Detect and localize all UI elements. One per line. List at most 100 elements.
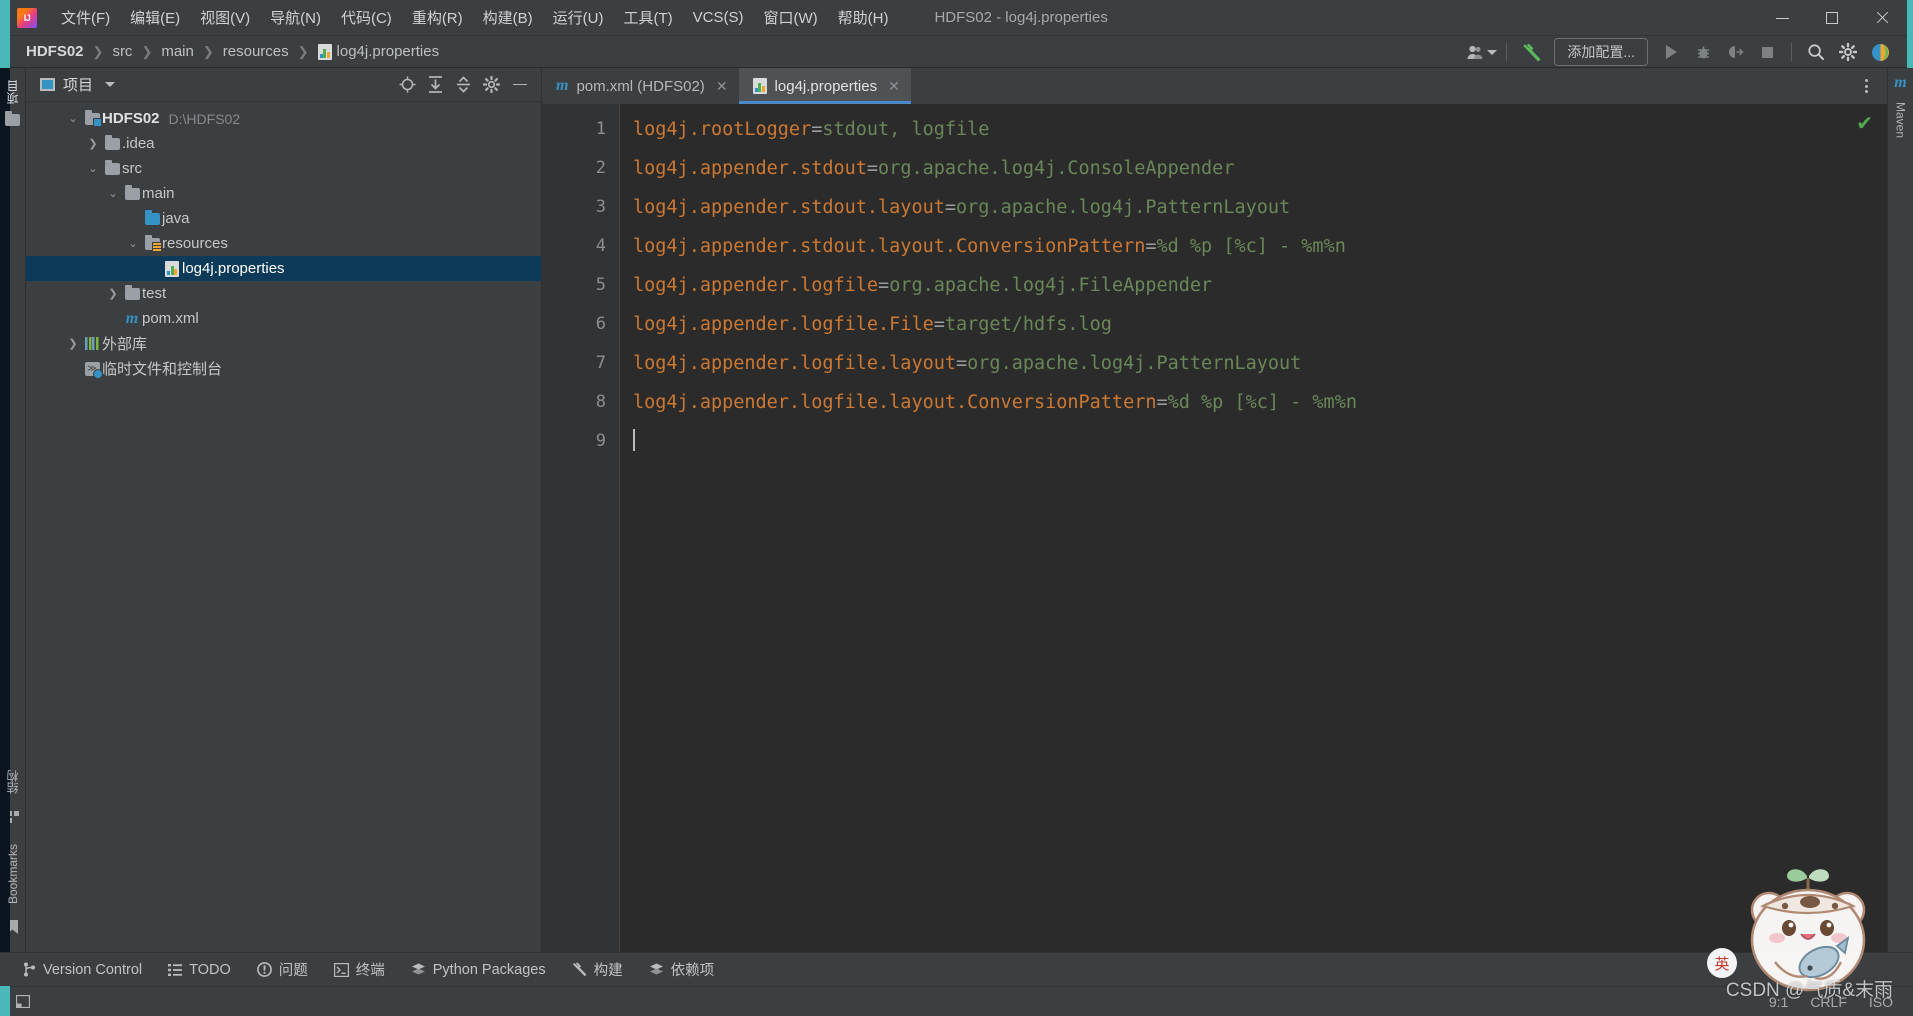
project-tree[interactable]: ⌄ HDFS02 D:\HDFS02 ❯ .idea ⌄ src ⌄ main … xyxy=(26,102,541,952)
line-separator[interactable]: CRLF xyxy=(1810,994,1847,1010)
close-button[interactable] xyxy=(1857,0,1907,36)
project-pane-title[interactable]: 项目 xyxy=(40,74,116,95)
breadcrumb-item-resources[interactable]: resources xyxy=(219,41,293,62)
tree-node-test[interactable]: ❯ test xyxy=(26,281,541,306)
code-line[interactable] xyxy=(633,422,1887,461)
tree-node-pom-xml[interactable]: ❯ m pom.xml xyxy=(26,306,541,331)
hammer-icon xyxy=(572,962,586,976)
bottom-item-terminal[interactable]: 终端 xyxy=(321,956,398,983)
bottom-item-dependencies[interactable]: 依赖项 xyxy=(636,956,728,983)
packages-icon xyxy=(649,963,663,974)
menu-code[interactable]: 代码(C) xyxy=(331,4,402,31)
tree-node-src[interactable]: ⌄ src xyxy=(26,156,541,181)
chevron-collapsed-icon[interactable]: ❯ xyxy=(64,337,82,350)
left-strip-item-bookmarks[interactable]: Bookmarks xyxy=(4,838,22,910)
code-line[interactable]: log4j.appender.logfile.layout.Conversion… xyxy=(633,383,1887,422)
bottom-item-build[interactable]: 构建 xyxy=(559,956,636,983)
account-button[interactable] xyxy=(1467,39,1498,65)
code-line[interactable]: log4j.appender.logfile.File=target/hdfs.… xyxy=(633,305,1887,344)
breadcrumb-item-main[interactable]: main xyxy=(157,41,198,62)
menu-window[interactable]: 窗口(W) xyxy=(753,4,827,31)
tree-node-log4j-properties[interactable]: ❯ log4j.properties xyxy=(26,256,541,281)
property-key: log4j.appender.logfile.File xyxy=(633,314,934,335)
code-line[interactable]: log4j.appender.logfile=org.apache.log4j.… xyxy=(633,266,1887,305)
stop-button[interactable] xyxy=(1752,39,1782,65)
close-tab-icon[interactable]: ✕ xyxy=(716,78,728,95)
line-number: 6 xyxy=(595,314,606,334)
code-content[interactable]: log4j.rootLogger=stdout, logfile log4j.a… xyxy=(620,104,1887,952)
updates-button[interactable] xyxy=(1865,39,1895,65)
maximize-button[interactable] xyxy=(1807,0,1857,36)
chevron-collapsed-icon[interactable]: ❯ xyxy=(104,287,122,300)
menu-navigate[interactable]: 导航(N) xyxy=(260,4,331,31)
breadcrumb-item-file[interactable]: log4j.properties xyxy=(314,41,444,62)
bottom-item-problems[interactable]: 问题 xyxy=(244,956,321,983)
menu-edit[interactable]: 编辑(E) xyxy=(120,4,190,31)
inspection-status-icon[interactable]: ✔ xyxy=(1856,114,1873,134)
select-opened-file-button[interactable] xyxy=(394,72,421,98)
chevron-expanded-icon[interactable]: ⌄ xyxy=(104,187,122,200)
right-strip-item-maven[interactable]: Maven xyxy=(1892,96,1910,144)
breadcrumb-item-src[interactable]: src xyxy=(108,41,136,62)
menu-tools[interactable]: 工具(T) xyxy=(613,4,682,31)
run-with-coverage-button[interactable] xyxy=(1720,39,1750,65)
menu-vcs[interactable]: VCS(S) xyxy=(683,6,754,29)
menu-run[interactable]: 运行(U) xyxy=(543,4,614,31)
file-encoding[interactable]: ISO xyxy=(1869,994,1893,1010)
more-options-icon[interactable] xyxy=(1855,74,1877,98)
folder-icon[interactable] xyxy=(5,111,20,128)
code-editor[interactable]: 1 2 3 4 5 6 7 8 9 log4j.rootLogger=stdou… xyxy=(542,104,1887,952)
code-line[interactable]: log4j.appender.stdout.layout.ConversionP… xyxy=(633,227,1887,266)
menu-file[interactable]: 文件(F) xyxy=(51,4,120,31)
editor-area: m pom.xml (HDFS02) ✕ log4j.properties ✕ … xyxy=(542,68,1887,952)
settings-button[interactable] xyxy=(1833,39,1863,65)
tree-node-hdfs02[interactable]: ⌄ HDFS02 D:\HDFS02 xyxy=(26,106,541,131)
tree-node-resources[interactable]: ⌄ resources xyxy=(26,231,541,256)
tree-node-main[interactable]: ⌄ main xyxy=(26,181,541,206)
bottom-item-label: 构建 xyxy=(593,963,623,979)
left-strip-item-structure[interactable]: 结构 xyxy=(2,764,23,800)
property-equals: = xyxy=(956,353,968,374)
chevron-expanded-icon[interactable]: ⌄ xyxy=(84,162,102,175)
tree-node-label: main xyxy=(142,185,175,202)
bottom-item-version-control[interactable]: Version Control xyxy=(10,959,155,981)
caret-position[interactable]: 9:1 xyxy=(1769,994,1788,1010)
menu-view[interactable]: 视图(V) xyxy=(190,4,260,31)
hide-pane-button[interactable] xyxy=(506,72,533,98)
menu-refactor[interactable]: 重构(R) xyxy=(402,4,473,31)
tree-node-java[interactable]: ❯ java xyxy=(26,206,541,231)
collapse-all-button[interactable] xyxy=(450,72,477,98)
tree-node-external-libraries[interactable]: ❯ 外部库 xyxy=(26,331,541,356)
chevron-collapsed-icon[interactable]: ❯ xyxy=(84,137,102,150)
code-line[interactable]: log4j.rootLogger=stdout, logfile xyxy=(633,110,1887,149)
search-everywhere-button[interactable] xyxy=(1801,39,1831,65)
menu-build[interactable]: 构建(B) xyxy=(473,4,543,31)
minimize-button[interactable] xyxy=(1757,0,1807,36)
run-button[interactable] xyxy=(1656,39,1686,65)
status-bar-right: 9:1 CRLF ISO xyxy=(1769,994,1913,1010)
build-button[interactable] xyxy=(1516,39,1546,65)
bottom-item-python-packages[interactable]: Python Packages xyxy=(398,959,559,981)
property-key: log4j.appender.stdout.layout.ConversionP… xyxy=(633,236,1146,257)
chevron-down-icon[interactable] xyxy=(105,82,116,87)
show-tool-windows-button[interactable] xyxy=(10,990,36,1014)
tree-node-idea[interactable]: ❯ .idea xyxy=(26,131,541,156)
run-configuration-selector[interactable]: 添加配置... xyxy=(1554,38,1648,66)
editor-tab-pom-xml[interactable]: m pom.xml (HDFS02) ✕ xyxy=(542,68,739,104)
chevron-expanded-icon[interactable]: ⌄ xyxy=(124,237,142,250)
pane-settings-button[interactable] xyxy=(478,72,505,98)
left-strip-item-project[interactable]: 项目 xyxy=(2,74,23,110)
code-line[interactable]: log4j.appender.stdout.layout=org.apache.… xyxy=(633,188,1887,227)
bottom-item-todo[interactable]: TODO xyxy=(155,959,244,981)
debug-button[interactable] xyxy=(1688,39,1718,65)
editor-tab-log4j-properties[interactable]: log4j.properties ✕ xyxy=(738,68,912,104)
chevron-expanded-icon[interactable]: ⌄ xyxy=(64,112,82,125)
code-line[interactable]: log4j.appender.logfile.layout=org.apache… xyxy=(633,344,1887,383)
breadcrumb-item-project[interactable]: HDFS02 xyxy=(22,41,88,62)
menu-help[interactable]: 帮助(H) xyxy=(828,4,899,31)
tree-node-scratches[interactable]: ❯ ≫ 临时文件和控制台 xyxy=(26,356,541,381)
expand-all-button[interactable] xyxy=(422,72,449,98)
text-caret xyxy=(633,429,635,451)
close-tab-icon[interactable]: ✕ xyxy=(888,78,900,95)
code-line[interactable]: log4j.appender.stdout=org.apache.log4j.C… xyxy=(633,149,1887,188)
